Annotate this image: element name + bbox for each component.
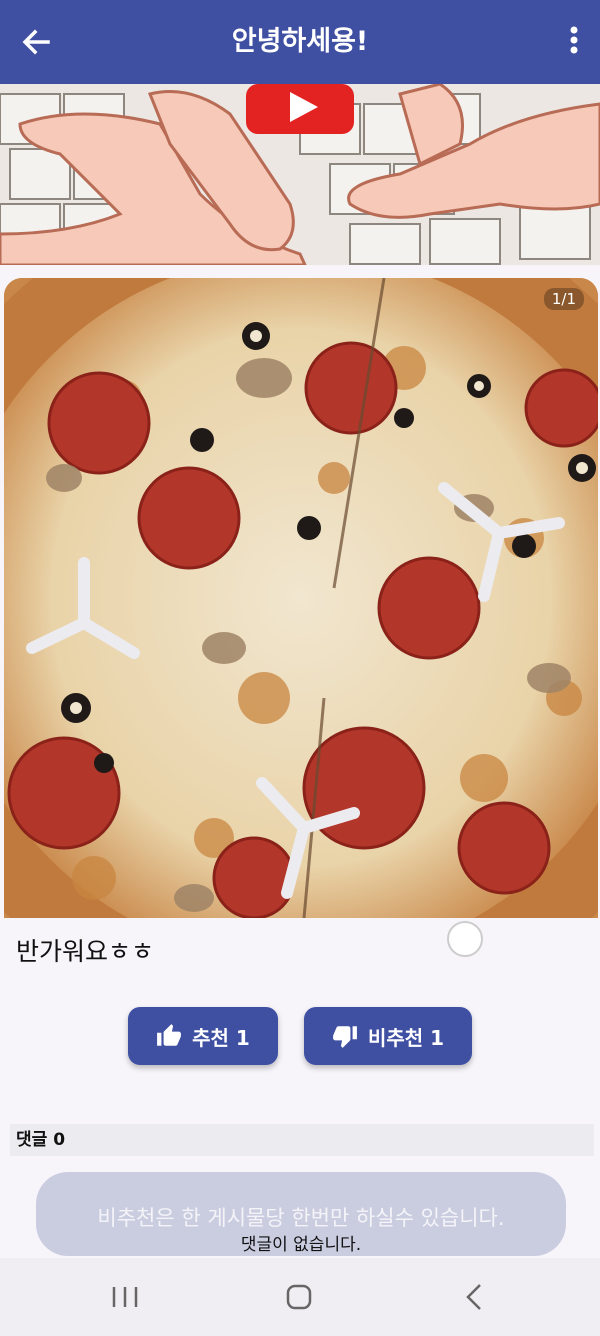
thumbs-up-icon [156,1023,182,1049]
post-body-text: 반가워요ㅎㅎ [16,937,155,966]
like-button[interactable]: 추천 1 [128,1007,278,1065]
back-chevron-icon[interactable] [455,1278,495,1316]
touch-indicator [447,921,483,957]
page-title: 안녕하세용! [231,26,369,57]
more-vertical-icon[interactable] [562,22,586,62]
dislike-button[interactable]: 비추천 1 [304,1007,472,1065]
video-thumbnail[interactable] [0,84,600,265]
recents-icon[interactable] [105,1278,145,1316]
home-icon[interactable] [279,1278,319,1316]
youtube-play-icon[interactable] [246,84,354,134]
like-label: 추천 1 [192,1025,250,1050]
comments-empty-text: 댓글이 없습니다. [240,1235,362,1255]
thumbs-down-icon [332,1023,358,1049]
system-nav-bar [0,1258,600,1336]
photo-pager: 1/1 [543,288,584,310]
app-bar: 안녕하세용! [0,0,600,84]
post-photo[interactable]: 1/1 [4,278,598,918]
toast: 비추천은 한 게시물당 한번만 하실수 있습니다. 댓글이 없습니다. [36,1172,566,1256]
comments-header: 댓글 0 [10,1124,594,1156]
toast-message: 비추천은 한 게시물당 한번만 하실수 있습니다. [97,1206,505,1230]
dislike-label: 비추천 1 [367,1025,445,1050]
